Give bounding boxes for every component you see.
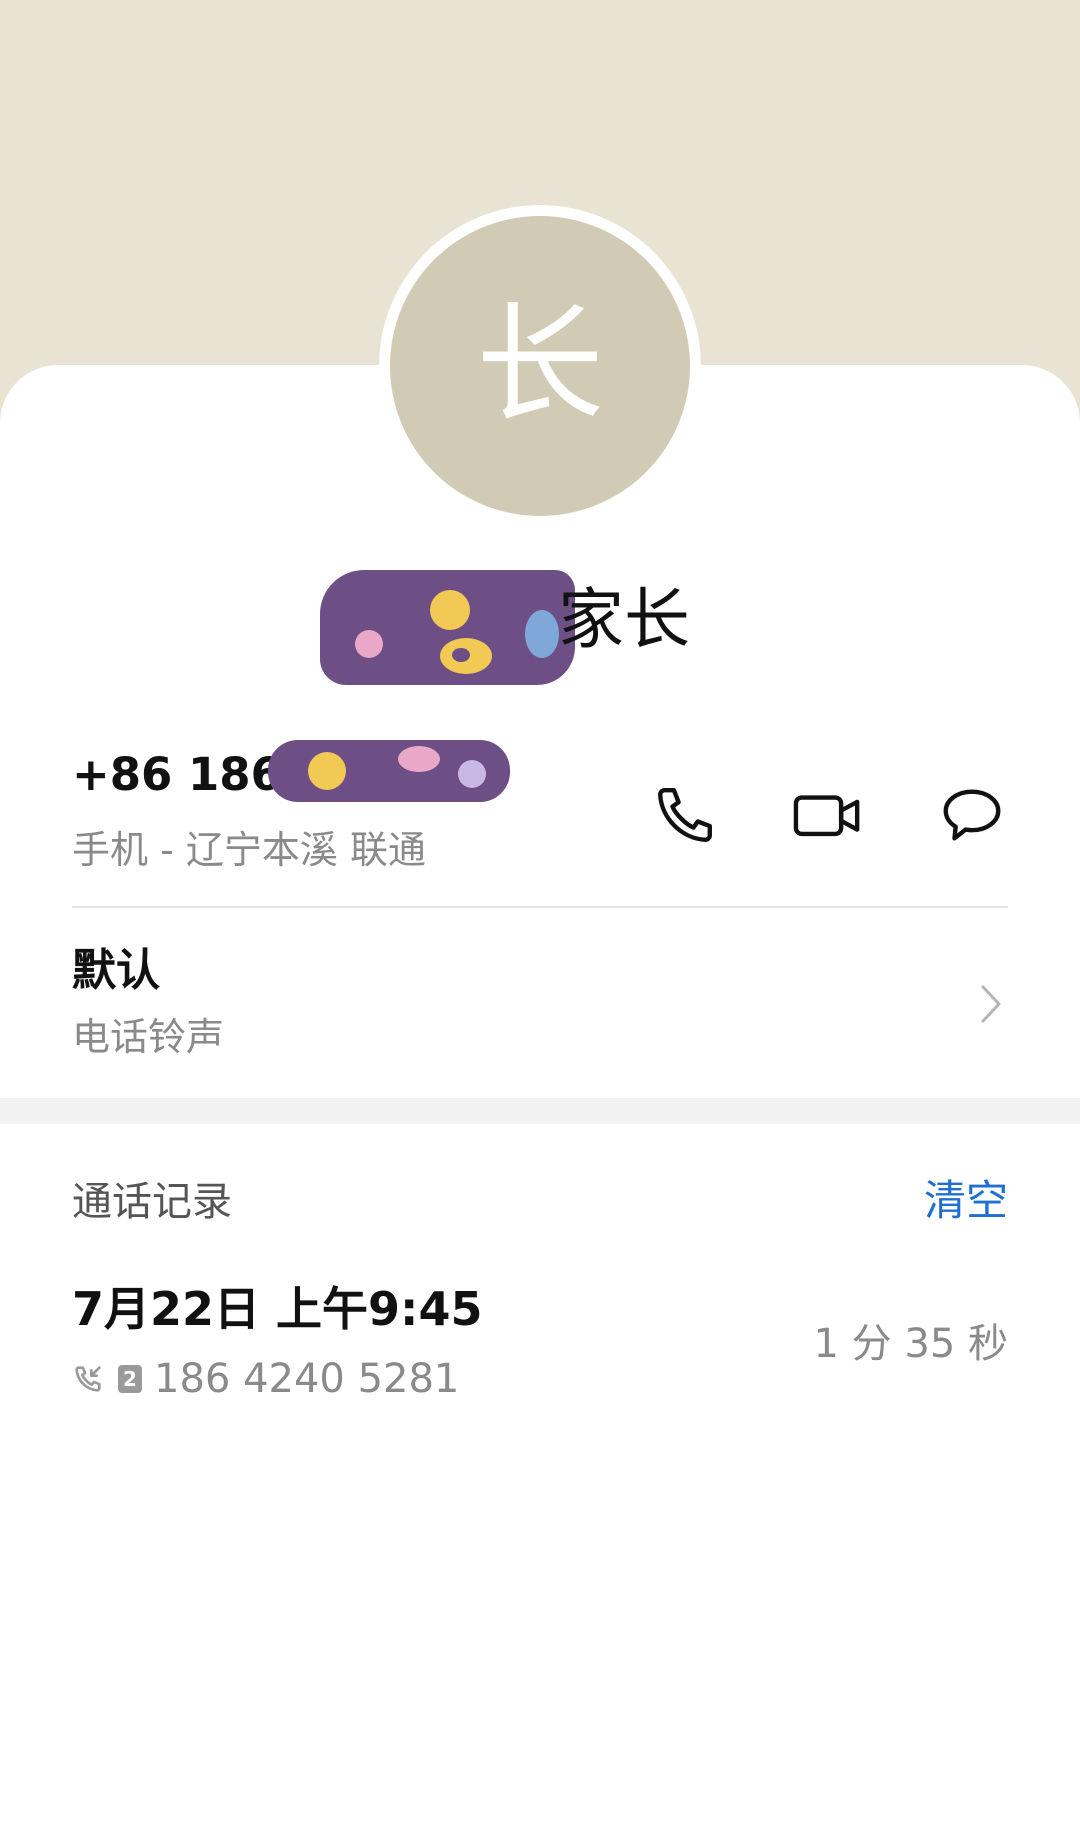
ringtone-row[interactable]: 默认 电话铃声 (0, 910, 1080, 1098)
message-icon (943, 789, 1001, 841)
clear-history-button[interactable]: 清空 (924, 1176, 1008, 1226)
chevron-right-icon (981, 985, 1001, 1023)
sim-badge: 2 (118, 1365, 142, 1393)
avatar-letter: 长 (475, 291, 604, 440)
sim-number: 2 (123, 1367, 137, 1391)
phone-icon (658, 788, 712, 842)
avatar[interactable]: 长 (390, 216, 690, 516)
avatar-ring: 长 (379, 205, 701, 527)
call-button[interactable] (645, 775, 725, 855)
name-redaction (320, 570, 575, 685)
ringtone-subtitle: 电话铃声 (72, 1015, 225, 1059)
call-duration: 1 分 35 秒 (813, 1321, 1009, 1367)
call-meta: 2 186 4240 5281 (72, 1354, 459, 1404)
number-redaction (268, 740, 510, 802)
contact-name-row: 家长 (0, 570, 1080, 685)
section-separator (0, 1098, 1080, 1124)
message-button[interactable] (932, 775, 1012, 855)
incoming-call-icon (75, 1366, 101, 1392)
divider (72, 906, 1008, 908)
ringtone-title: 默认 (72, 945, 160, 996)
call-history-title: 通话记录 (72, 1179, 232, 1225)
video-call-icon (793, 795, 860, 837)
contact-name: 家长 (558, 581, 690, 658)
phone-type-location: 手机 - 辽宁本溪 联通 (72, 828, 426, 872)
call-number: 186 4240 5281 (154, 1356, 460, 1402)
video-call-button[interactable] (788, 775, 868, 855)
call-datetime: 7月22日 上午9:45 (72, 1282, 483, 1336)
